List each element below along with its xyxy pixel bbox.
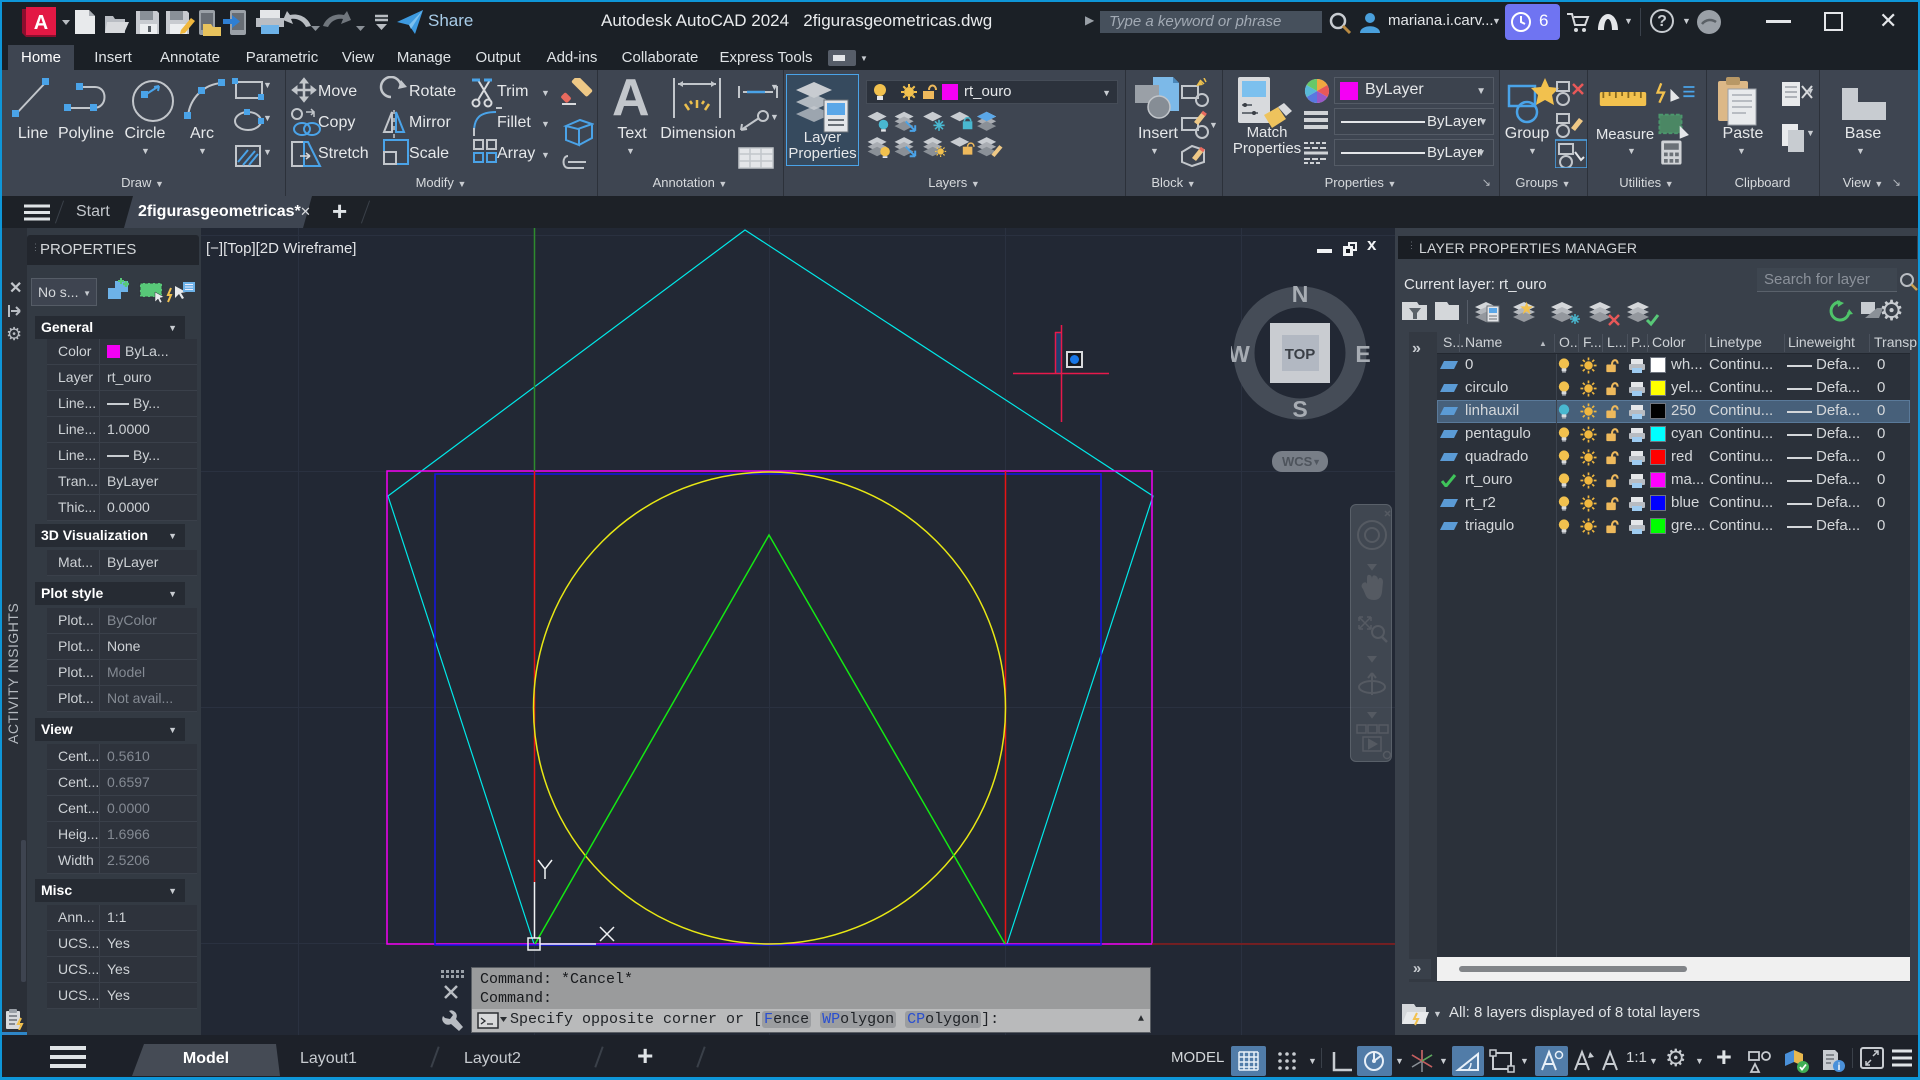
svg-text:i: i [1838, 1062, 1841, 1073]
svg-text:N: N [1292, 284, 1309, 307]
svg-text:A: A [34, 12, 48, 34]
svg-text:TOP: TOP [1285, 346, 1316, 363]
svg-text:S: S [1292, 396, 1307, 422]
svg-text:W: W [1231, 341, 1250, 367]
svg-text:E: E [1355, 341, 1370, 367]
